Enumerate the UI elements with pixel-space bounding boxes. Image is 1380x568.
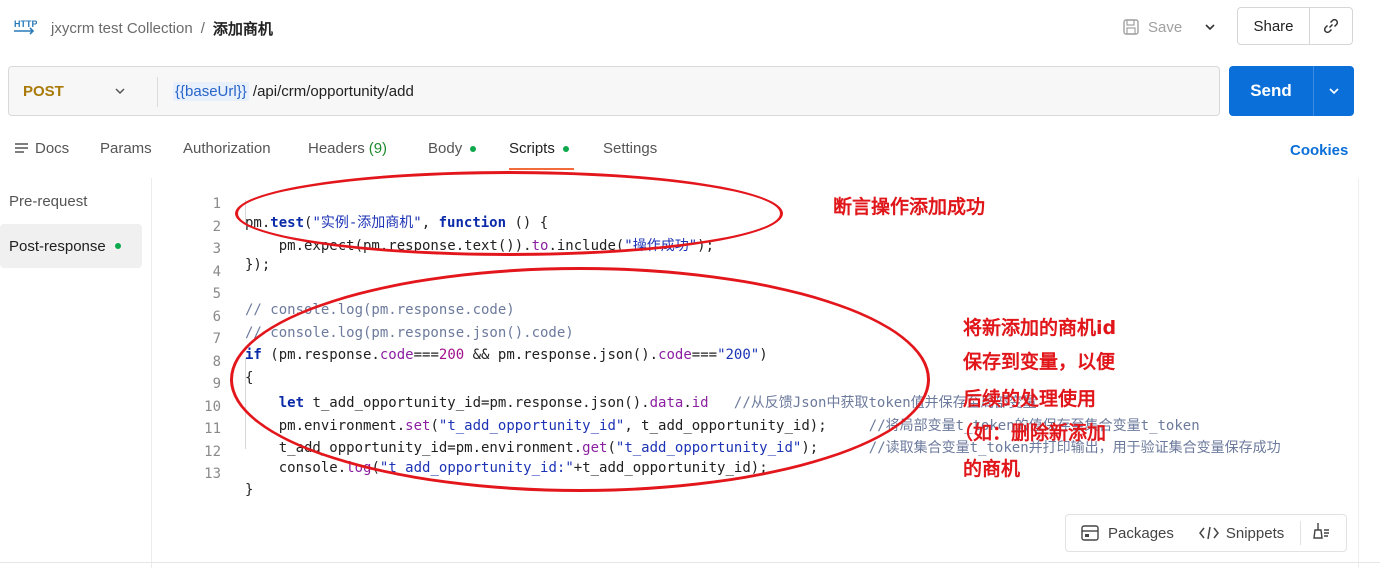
code-line: 5 // console.log(pm.response.code) bbox=[153, 270, 515, 318]
editor-scrollbar[interactable] bbox=[1358, 178, 1370, 568]
tab-headers-count: (9) bbox=[368, 140, 388, 157]
tab-params-label: Params bbox=[100, 140, 152, 157]
breadcrumb: jxycrm test Collection / 添加商机 bbox=[51, 18, 273, 39]
tab-headers-label: Headers bbox=[308, 140, 365, 157]
annotation-text: 后续的处理使用 bbox=[963, 388, 1097, 410]
link-icon bbox=[1323, 18, 1339, 34]
status-dot bbox=[114, 243, 121, 249]
status-dot bbox=[562, 145, 569, 152]
url-variable: {{baseUrl}} bbox=[173, 82, 249, 101]
tab-settings-label: Settings bbox=[603, 140, 658, 157]
code-icon bbox=[1198, 526, 1219, 540]
package-icon bbox=[1081, 525, 1099, 541]
code-line: 4 bbox=[153, 248, 221, 280]
code-line: 7 if (pm.response.code===200 && pm.respo… bbox=[153, 315, 768, 363]
tab-docs-label: Docs bbox=[35, 140, 70, 157]
cookies-link[interactable]: Cookies bbox=[1290, 142, 1348, 159]
tab-scripts-label: Scripts bbox=[509, 140, 555, 157]
tab-params[interactable]: Params bbox=[100, 140, 152, 157]
copy-link-button[interactable] bbox=[1310, 8, 1352, 44]
toolbar-divider bbox=[1300, 521, 1302, 545]
subnav-post-response-label: Post-response bbox=[9, 237, 106, 255]
request-tabs: Docs Params Authorization Headers (9) Bo… bbox=[0, 130, 1380, 170]
url-input[interactable]: {{baseUrl}} /api/crm/opportunity/add bbox=[173, 82, 414, 101]
code-line: 1 pm.test("实例-添加商机", function () { bbox=[153, 180, 549, 231]
breadcrumb-collection[interactable]: jxycrm test Collection bbox=[51, 20, 193, 37]
url-bar: POST {{baseUrl}} /api/crm/opportunity/ad… bbox=[8, 66, 1220, 116]
save-options-button[interactable] bbox=[1196, 14, 1224, 40]
code-line: 6 // console.log(pm.response.json().code… bbox=[153, 293, 574, 341]
request-header: HTTP jxycrm test Collection / 添加商机 Save … bbox=[0, 0, 1380, 54]
clear-button[interactable] bbox=[1311, 521, 1331, 545]
code-line: 2 pm.expect(pm.response.text()).to.inclu… bbox=[153, 203, 714, 254]
send-options-button[interactable] bbox=[1313, 66, 1354, 116]
tab-docs[interactable]: Docs bbox=[14, 140, 69, 157]
send-group: Send bbox=[1229, 66, 1354, 116]
bottom-divider bbox=[0, 562, 1380, 563]
packages-label: Packages bbox=[1108, 524, 1174, 542]
annotation-text: 的商机 bbox=[963, 458, 1021, 480]
snippets-button[interactable]: Snippets bbox=[1198, 525, 1284, 542]
active-tab-indicator bbox=[509, 168, 574, 170]
send-button[interactable]: Send bbox=[1229, 66, 1313, 116]
code-line: 12 console.log("t_add_opportunity_id:"+t… bbox=[153, 428, 768, 476]
url-path: /api/crm/opportunity/add bbox=[248, 83, 414, 100]
annotation-text: （如：删除新添加 bbox=[954, 422, 1107, 444]
annotation-text: 断言操作添加成功 bbox=[833, 196, 986, 218]
tab-settings[interactable]: Settings bbox=[603, 140, 657, 157]
chevron-down-icon bbox=[1329, 88, 1339, 95]
share-group: Share bbox=[1237, 7, 1353, 45]
url-divider bbox=[157, 77, 158, 107]
packages-button[interactable]: Packages bbox=[1080, 524, 1174, 542]
line-number: 13 bbox=[204, 466, 221, 482]
tab-authorization-label: Authorization bbox=[183, 140, 271, 157]
svg-text:HTTP: HTTP bbox=[14, 19, 37, 29]
snippets-label: Snippets bbox=[1225, 524, 1285, 542]
share-button[interactable]: Share bbox=[1238, 8, 1310, 44]
tab-scripts[interactable]: Scripts bbox=[509, 140, 569, 157]
editor-toolbar: Packages Snippets bbox=[1065, 514, 1347, 552]
subnav-post-response[interactable]: Post-response bbox=[0, 224, 142, 268]
code-line: 13 } bbox=[153, 450, 253, 498]
breadcrumb-separator: / bbox=[200, 20, 205, 37]
tab-body-label: Body bbox=[428, 140, 463, 157]
chevron-down-icon[interactable] bbox=[112, 83, 128, 99]
code-line: 8 { bbox=[153, 338, 254, 386]
save-label: Save bbox=[1148, 18, 1183, 36]
code-line: 9 let t_add_opportunity_id=pm.response.j… bbox=[153, 360, 1037, 411]
save-icon bbox=[1123, 19, 1139, 35]
save-button[interactable]: Save bbox=[1122, 14, 1182, 40]
code-editor[interactable]: 1 pm.test("实例-添加商机", function () { 2 pm.… bbox=[153, 178, 1373, 568]
subnav-pre-request[interactable]: Pre-request bbox=[0, 179, 142, 223]
chevron-down-icon bbox=[1205, 24, 1215, 31]
broom-icon bbox=[1313, 523, 1330, 539]
http-icon: HTTP bbox=[13, 16, 38, 38]
script-subnav: Pre-request Post-response bbox=[0, 178, 152, 568]
subnav-pre-request-label: Pre-request bbox=[9, 192, 88, 210]
status-dot bbox=[470, 145, 477, 152]
tab-authorization[interactable]: Authorization bbox=[183, 140, 271, 157]
tab-body[interactable]: Body bbox=[428, 140, 477, 157]
annotation-text: 将新添加的商机id bbox=[963, 317, 1117, 339]
annotation-text: 保存到变量，以便 bbox=[963, 351, 1116, 373]
method-select[interactable]: POST bbox=[23, 83, 64, 100]
code-line: 10 pm.environment.set("t_add_opportunity… bbox=[153, 383, 1200, 434]
docs-icon bbox=[15, 142, 28, 153]
code-line: 3 }); bbox=[153, 225, 271, 273]
request-name[interactable]: 添加商机 bbox=[213, 18, 273, 39]
tab-headers[interactable]: Headers (9) bbox=[308, 140, 387, 157]
code-line: 11 t_add_opportunity_id=pm.environment.g… bbox=[153, 405, 1280, 456]
